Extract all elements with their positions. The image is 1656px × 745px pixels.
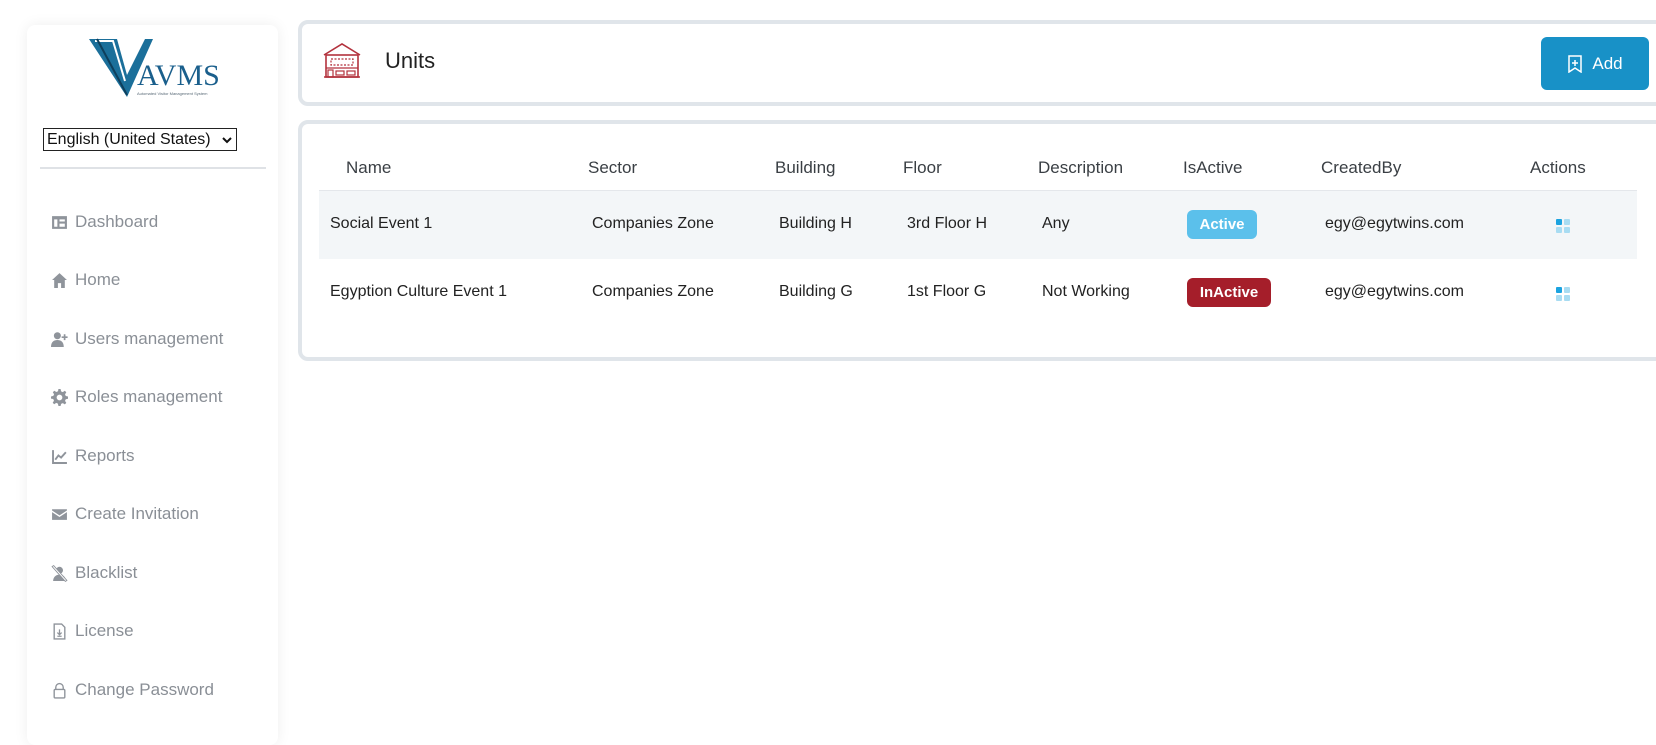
column-header-actions: Actions	[1530, 158, 1586, 177]
sidebar-item-change-password[interactable]: Change Password	[51, 675, 214, 705]
user-plus-icon	[51, 331, 68, 347]
cell-description: Not Working	[1042, 283, 1130, 300]
cell-created-by: egy@egytwins.com	[1325, 215, 1464, 232]
add-button[interactable]: Add	[1541, 37, 1649, 90]
sidebar-item-label: Blacklist	[75, 563, 138, 582]
cell-created-by: egy@egytwins.com	[1325, 283, 1464, 300]
gear-icon	[51, 388, 68, 406]
sidebar-divider	[40, 167, 266, 169]
cell-building: Building H	[779, 215, 852, 232]
sidebar-item-license[interactable]: License	[51, 616, 134, 646]
column-header-building[interactable]: Building	[775, 158, 836, 178]
column-header-description[interactable]: Description	[1038, 158, 1123, 178]
line-chart-icon	[52, 449, 67, 464]
building-icon	[323, 43, 361, 78]
sidebar-item-label: Reports	[75, 446, 135, 465]
column-header-createdby[interactable]: CreatedBy	[1321, 158, 1401, 178]
sidebar-item-label: Change Password	[75, 680, 214, 699]
dashboard-icon	[52, 215, 67, 229]
lock-icon	[53, 682, 66, 699]
avms-logo[interactable]: AVMS Automated Visitor Management System	[87, 35, 219, 99]
file-download-icon	[53, 622, 66, 640]
sidebar-item-label: Dashboard	[75, 212, 159, 231]
units-table: Name Sector Building Floor Description I…	[298, 120, 1656, 361]
svg-text:Automated Visitor Management S: Automated Visitor Management System	[137, 91, 208, 96]
language-select[interactable]: English (United States)	[43, 128, 237, 151]
column-header-name[interactable]: Name	[346, 158, 391, 178]
sidebar-item-label: Create Invitation	[75, 504, 199, 523]
cell-description: Any	[1042, 215, 1070, 232]
add-button-label: Add	[1592, 53, 1623, 73]
sidebar-item-users-management[interactable]: Users management	[51, 324, 223, 354]
home-icon	[52, 272, 67, 288]
actions-menu-icon[interactable]	[1555, 286, 1571, 302]
cell-floor: 3rd Floor H	[907, 215, 988, 232]
sidebar-item-blacklist[interactable]: Blacklist	[51, 558, 137, 588]
column-header-sector[interactable]: Sector	[588, 158, 637, 178]
sidebar-item-label: Users management	[75, 329, 224, 348]
page-header: Units Add	[298, 20, 1656, 106]
bookmark-plus-icon	[1568, 54, 1583, 73]
svg-text:AVMS: AVMS	[137, 59, 219, 92]
cell-name: Social Event 1	[330, 215, 433, 232]
sidebar-item-reports[interactable]: Reports	[51, 441, 135, 471]
sidebar-item-label: Home	[75, 270, 121, 289]
sidebar-item-roles-management[interactable]: Roles management	[51, 382, 222, 412]
sidebar-item-home[interactable]: Home	[51, 265, 120, 295]
actions-menu-icon[interactable]	[1555, 218, 1571, 234]
status-badge: Active	[1187, 210, 1257, 239]
sidebar: AVMS Automated Visitor Management System…	[27, 25, 278, 745]
envelope-icon	[52, 508, 67, 520]
cell-sector: Companies Zone	[592, 283, 714, 300]
table-row[interactable]: Social Event 1 Companies Zone Building H…	[319, 191, 1637, 259]
cell-name: Egyption Culture Event 1	[330, 283, 507, 300]
column-header-isactive[interactable]: IsActive	[1183, 158, 1243, 178]
cell-sector: Companies Zone	[592, 215, 714, 232]
chevron-down-icon	[222, 136, 232, 143]
column-header-floor[interactable]: Floor	[903, 158, 942, 178]
sidebar-item-label: License	[75, 621, 134, 640]
status-badge: InActive	[1187, 278, 1271, 307]
user-slash-icon	[51, 564, 68, 582]
sidebar-item-create-invitation[interactable]: Create Invitation	[51, 499, 199, 529]
cell-floor: 1st Floor G	[907, 283, 987, 300]
sidebar-item-dashboard[interactable]: Dashboard	[51, 207, 158, 237]
language-select-value: English (United States)	[47, 130, 211, 148]
sidebar-item-label: Roles management	[75, 387, 223, 406]
table-row[interactable]: Egyption Culture Event 1 Companies Zone …	[319, 259, 1637, 327]
cell-building: Building G	[779, 283, 853, 300]
page-title: Units	[385, 48, 436, 73]
